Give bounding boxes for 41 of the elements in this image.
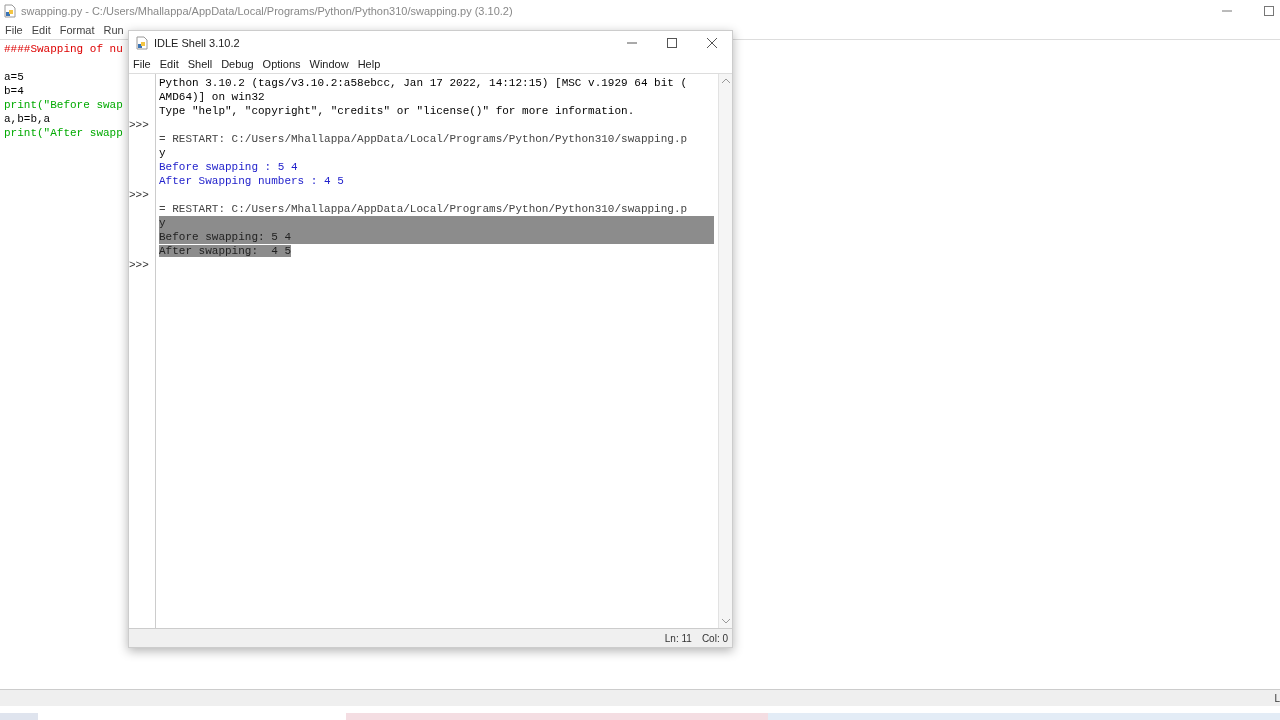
shell-prompt: >>> xyxy=(129,189,149,201)
code-line: print("After swapp xyxy=(4,127,123,139)
maximize-icon[interactable] xyxy=(1264,5,1274,16)
menu-item[interactable]: Run xyxy=(103,24,124,36)
shell-line: y xyxy=(159,147,166,159)
python-file-icon xyxy=(3,3,17,18)
menu-item[interactable]: Shell xyxy=(187,58,213,70)
scroll-down-icon[interactable] xyxy=(721,618,730,624)
menu-item[interactable]: Edit xyxy=(159,58,179,70)
shell-line: = RESTART: C:/Users/Mhallappa/AppData/Local/Programs/Python/Python310/swapping.p xyxy=(159,133,688,145)
menu-item[interactable]: Debug xyxy=(221,58,254,70)
python-file-icon xyxy=(135,36,149,50)
close-icon[interactable] xyxy=(707,38,717,48)
shell-line: Type "help", "copyright", "credits" or "license()" for more information. xyxy=(159,105,635,117)
code-line: a=5 xyxy=(4,71,24,83)
shell-prompt: >>> xyxy=(129,119,149,131)
shell-line: Python 3.10.2 (tags/v3.10.2:a58ebcc, Jan 17 2022, 14:12:15) [MSC v.1929 64 bit ( xyxy=(159,77,688,89)
maximize-icon[interactable] xyxy=(667,38,677,48)
scroll-up-icon[interactable] xyxy=(721,78,730,84)
shell-prompt: >>> xyxy=(129,259,149,271)
menu-item[interactable]: Format xyxy=(59,24,95,36)
menu-item[interactable]: File xyxy=(5,24,23,36)
menu-item[interactable]: File xyxy=(133,58,151,70)
menu-item[interactable]: Options xyxy=(262,58,301,70)
status-text: L xyxy=(1274,692,1280,704)
window-title: IDLE Shell 3.10.2 xyxy=(154,37,240,49)
code-line: a,b=b,a xyxy=(4,113,51,125)
code-line: b=4 xyxy=(4,85,24,97)
code-line: print("Before swap xyxy=(4,99,123,111)
menu-item[interactable]: Help xyxy=(357,58,381,70)
shell-line: AMD64)] on win32 xyxy=(159,91,265,103)
shell-line: = RESTART: C:/Users/Mhallappa/AppData/Local/Programs/Python/Python310/swapping.p xyxy=(159,203,688,215)
line-number: Ln: 11 xyxy=(664,632,692,644)
menu-item[interactable]: Window xyxy=(309,58,349,70)
window-title: swapping.py - C:/Users/Mhallappa/AppData/Local/Programs/Python/Python310/swapping.py (3.10.2) xyxy=(21,4,513,17)
code-line: ####Swapping of nu xyxy=(4,43,123,55)
scrollbar[interactable] xyxy=(718,74,732,628)
shell-line: Before swapping : 5 4 xyxy=(159,161,298,173)
menu-item[interactable]: Edit xyxy=(31,24,51,36)
column-number: Col: 0 xyxy=(701,632,728,644)
shell-line: After Swapping numbers : 4 5 xyxy=(159,175,344,187)
